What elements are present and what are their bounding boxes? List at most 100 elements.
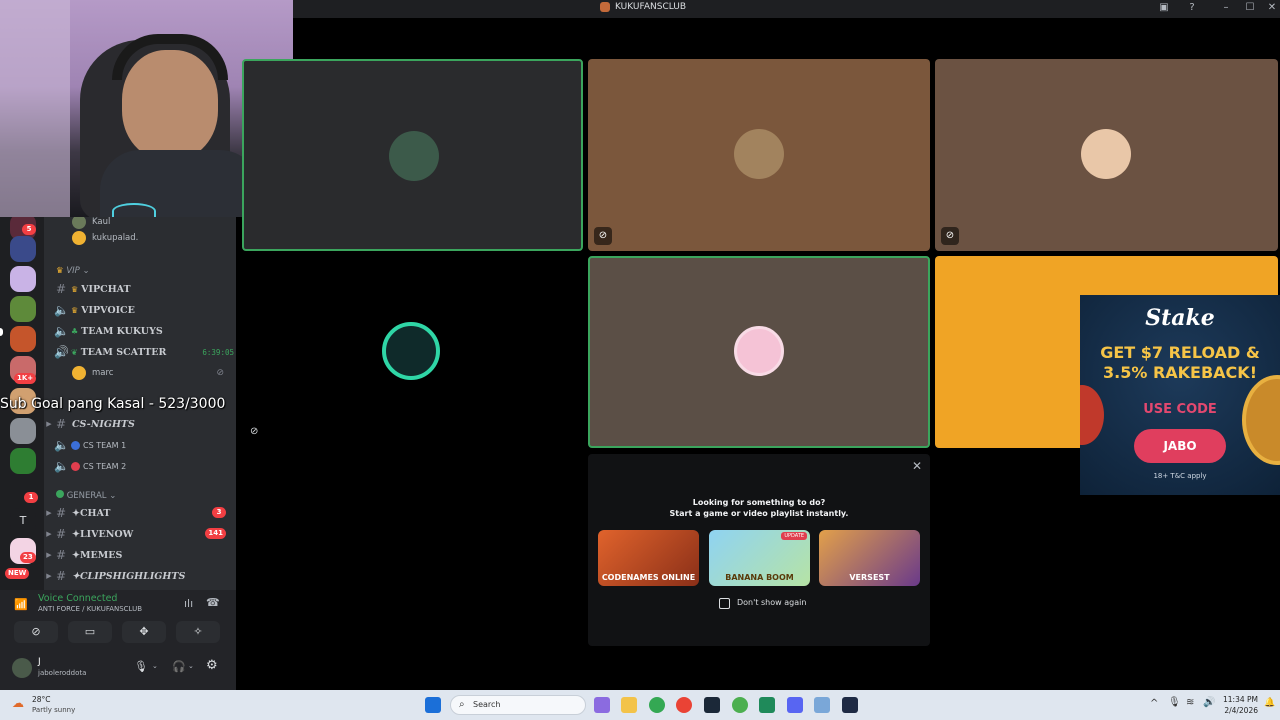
video-tile[interactable]: ⊘ <box>588 59 930 251</box>
server-badge: 1 <box>24 492 38 503</box>
channel-clipshighlights[interactable]: ▶ # ✦CLIPSHIGHLIGHTS <box>44 566 236 586</box>
user-username[interactable]: jaboleroddota <box>38 669 86 677</box>
camera-toggle-button[interactable]: ⊘ <box>14 621 58 643</box>
chrome-icon[interactable] <box>649 697 665 713</box>
chrome-icon[interactable] <box>676 697 692 713</box>
game-label: BANANA BOOM <box>725 573 794 582</box>
screen-share-button[interactable]: ▭ <box>68 621 112 643</box>
app-icon[interactable] <box>842 697 858 713</box>
wifi-icon[interactable]: ≋ <box>1186 697 1194 708</box>
server-icon[interactable] <box>10 326 36 352</box>
mic-muted-icon: ⊘ <box>250 426 259 437</box>
weather-temp[interactable]: 28°C <box>32 695 51 704</box>
channel-team-scatter[interactable]: 🔊 ❦ TEAM SCATTER 6:39:05 <box>54 342 236 362</box>
start-button-icon[interactable] <box>425 697 441 713</box>
close-button[interactable]: ✕ <box>1264 2 1280 13</box>
settings-gear-icon[interactable]: ⚙ <box>206 658 218 673</box>
game-banana-boom[interactable]: BANANA BOOM UPDATE <box>709 530 810 586</box>
steam-icon[interactable] <box>704 697 720 713</box>
chevron-down-icon[interactable]: ⌄ <box>152 662 158 670</box>
expand-arrow-icon: ▶ <box>46 420 52 428</box>
copilot-icon[interactable] <box>594 697 610 713</box>
minimize-button[interactable]: – <box>1218 2 1234 13</box>
server-badge: 23 <box>20 552 36 563</box>
channel-memes[interactable]: ▶ # ✦MEMES <box>44 545 236 565</box>
game-codenames[interactable]: CODENAMES ONLINE <box>598 530 699 586</box>
channel-label: ✦CLIPSHIGHLIGHTS <box>72 570 186 582</box>
voice-user[interactable]: marc ⊘ <box>72 363 236 383</box>
tray-chevron-icon[interactable]: ^ <box>1150 698 1158 709</box>
dont-show-checkbox[interactable] <box>719 598 730 609</box>
server-icon[interactable] <box>10 418 36 444</box>
cyan-ring-icon <box>112 203 156 217</box>
soundboard-button[interactable]: ✧ <box>176 621 220 643</box>
notification-icon[interactable]: 🔔 <box>1264 698 1275 708</box>
clock-date[interactable]: 2/4/2026 <box>1222 706 1258 715</box>
category-vip[interactable]: ♛ VIP ⌄ <box>56 266 90 276</box>
leaf-icon: ❦ <box>71 347 78 357</box>
voice-status[interactable]: Voice Connected <box>38 593 117 604</box>
notepad-icon[interactable] <box>814 697 830 713</box>
username: Kaul <box>92 217 111 227</box>
channel-cs-team-1[interactable]: 🔈 CS TEAM 1 <box>54 435 236 455</box>
server-icon[interactable] <box>10 448 36 474</box>
search-box[interactable]: ⌕ Search <box>450 695 586 715</box>
microphone-icon[interactable]: 🎙 <box>134 660 148 673</box>
microphone-tray-icon[interactable]: 🎙 <box>1168 697 1181 708</box>
volume-icon[interactable]: 🔊 <box>1203 697 1215 708</box>
participant-avatar[interactable] <box>382 322 440 380</box>
chrome-profile-icon[interactable] <box>732 697 748 713</box>
clock-time[interactable]: 11:34 PM <box>1222 695 1258 704</box>
channel-cs-team-2[interactable]: 🔈 CS TEAM 2 <box>54 456 236 476</box>
expand-arrow-icon: ▶ <box>46 509 52 517</box>
channel-cs-nights[interactable]: ▶ # CS-NIGHTS <box>44 414 236 434</box>
server-letter-icon[interactable]: T <box>10 508 36 534</box>
app-icon[interactable] <box>759 697 775 713</box>
user-display-name[interactable]: J <box>38 657 41 667</box>
voice-panel: 📶 Voice Connected ANTI FORCE / KUKUFANSC… <box>0 590 236 690</box>
chevron-down-icon[interactable]: ⌄ <box>188 662 194 670</box>
avatar[interactable] <box>12 658 32 678</box>
speaker-icon: 🔈 <box>54 438 69 452</box>
discord-icon[interactable] <box>787 697 803 713</box>
screen-share-icon[interactable]: ▣ <box>1156 2 1172 13</box>
game-versest[interactable]: VERSEST <box>819 530 920 586</box>
ad-code-button: JABO <box>1134 429 1226 463</box>
disconnect-icon[interactable]: ☎ <box>206 596 220 609</box>
video-tile[interactable] <box>588 256 930 448</box>
maximize-button[interactable]: ☐ <box>1242 2 1258 13</box>
dont-show-label[interactable]: Don't show again <box>737 598 806 607</box>
channel-vipchat[interactable]: # ♛ VIPCHAT <box>54 279 236 299</box>
search-placeholder: Search <box>473 700 501 709</box>
help-icon[interactable]: ? <box>1184 2 1200 13</box>
voice-user[interactable]: kukupalad. <box>72 228 236 248</box>
channel-team-kukuys[interactable]: 🔈 ♣ TEAM KUKUYS <box>54 321 236 341</box>
category-general[interactable]: GENERAL ⌄ <box>56 490 116 501</box>
file-explorer-icon[interactable] <box>621 697 637 713</box>
channel-chat[interactable]: ▶ # ✦CHAT 3 <box>44 503 236 523</box>
headphones-icon[interactable]: 🎧 <box>172 660 186 673</box>
text-channel-icon: # <box>55 282 67 296</box>
video-tile[interactable]: ⊘ <box>935 59 1278 251</box>
new-badge: NEW <box>5 568 30 579</box>
server-icon[interactable] <box>10 236 36 262</box>
channel-livenow[interactable]: ▶ # ✦LIVENOW 141 <box>44 524 236 544</box>
channel-vipvoice[interactable]: 🔈 ♛ VIPVOICE <box>54 300 236 320</box>
channel-label: ✦LIVENOW <box>72 528 134 540</box>
weather-icon[interactable]: ☁ <box>12 696 24 710</box>
text-channel-icon: # <box>55 569 67 583</box>
text-channel-icon: # <box>55 548 67 562</box>
channel-label: ✦MEMES <box>72 549 123 561</box>
windows-taskbar: ☁ 28°C Partly sunny ⌕ Search ^ 🎙 ≋ 🔊 11:… <box>0 690 1280 720</box>
weather-desc[interactable]: Partly sunny <box>32 706 75 714</box>
speaker-icon: 🔈 <box>54 459 69 473</box>
activities-button[interactable]: ✥ <box>122 621 166 643</box>
voice-location[interactable]: ANTI FORCE / KUKUFANSCLUB <box>38 605 142 613</box>
activity-suggestion: ✕ Looking for something to do? Start a g… <box>588 454 930 646</box>
participant-avatar <box>734 129 784 179</box>
server-icon[interactable] <box>10 296 36 322</box>
server-icon[interactable] <box>10 266 36 292</box>
close-icon[interactable]: ✕ <box>912 459 922 473</box>
noise-suppression-icon[interactable]: ılı <box>184 597 193 610</box>
video-tile[interactable] <box>242 59 583 251</box>
